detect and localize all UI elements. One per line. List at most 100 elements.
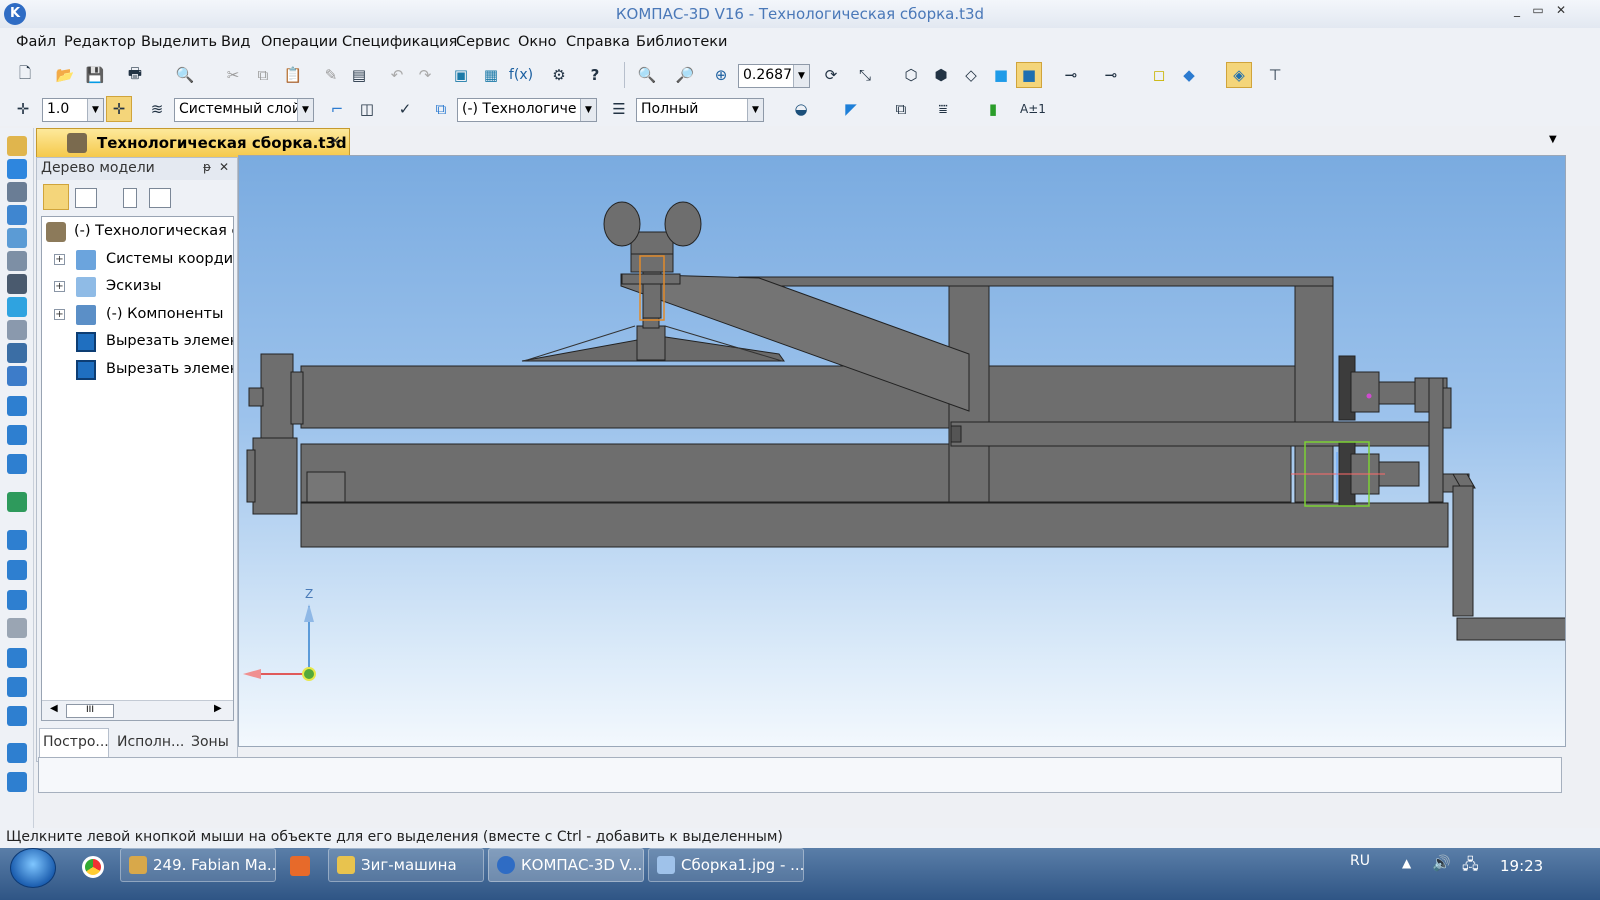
battery-icon[interactable]: ▮ — [980, 96, 1006, 122]
task-zig-machine[interactable]: Зиг-машина — [328, 848, 484, 882]
chrome-icon[interactable] — [82, 856, 104, 878]
expand-icon[interactable]: + — [54, 309, 65, 320]
aux-geometry-icon[interactable] — [7, 251, 27, 271]
point-icon[interactable]: ✛ — [10, 96, 36, 122]
layers-icon[interactable]: ≋ — [144, 96, 170, 122]
variables-fx-icon[interactable]: f(x) — [508, 62, 534, 88]
task-image-viewer[interactable]: Сборка1.jpg - ... — [648, 848, 804, 882]
rib-icon[interactable] — [7, 648, 27, 668]
edit-component-icon[interactable]: ✓ — [392, 96, 418, 122]
specification-icon[interactable] — [7, 320, 27, 340]
display-mode-combo[interactable]: Полный ▼ — [636, 98, 764, 122]
zoom-window-icon[interactable]: 🔍 — [634, 62, 660, 88]
select-filter-icon[interactable]: ⊸ — [1098, 62, 1124, 88]
menu-operations[interactable]: Операции — [261, 34, 338, 50]
reports-icon[interactable] — [7, 343, 27, 363]
tree-view-mode-icon[interactable] — [75, 188, 97, 208]
array-icon[interactable]: ⩸ — [930, 96, 956, 122]
volume-icon[interactable]: 🔊 — [1432, 854, 1451, 872]
minimize-button[interactable]: _ — [1506, 3, 1528, 21]
tree-item-root[interactable]: (-) Технологическая с — [42, 219, 233, 245]
task-fabian[interactable]: 249. Fabian Ma... — [120, 848, 276, 882]
plane-icon[interactable]: ◫ — [354, 96, 380, 122]
scroll-left-icon[interactable]: ◀ — [50, 703, 58, 714]
fillet-icon[interactable] — [7, 560, 27, 580]
menu-select[interactable]: Выделить — [141, 34, 217, 50]
copy-icon[interactable]: ⧉ — [250, 62, 276, 88]
chevron-down-icon[interactable]: ▼ — [297, 99, 313, 121]
measure-tool-icon[interactable]: ⊤ — [1262, 62, 1288, 88]
tree-item-cut-1[interactable]: Вырезать элемен — [42, 329, 233, 355]
cut-extrude-icon[interactable] — [7, 492, 27, 512]
cross-section-icon[interactable] — [7, 677, 27, 697]
preview-icon[interactable]: 🔍 — [172, 62, 198, 88]
measure-icon[interactable]: ⚙ — [546, 62, 572, 88]
scroll-thumb[interactable]: III — [66, 704, 114, 718]
task-kompas[interactable]: КОМПАС-3D V... — [488, 848, 644, 882]
help-cursor-icon[interactable]: ? — [582, 62, 608, 88]
tray-expand-icon[interactable]: ▲ — [1402, 856, 1411, 870]
tree-item-coord-systems[interactable]: + Системы коорди — [42, 247, 233, 273]
properties-icon[interactable]: ▤ — [346, 62, 372, 88]
surfaces-icon[interactable] — [7, 205, 27, 225]
library-manager-icon[interactable]: ▦ — [478, 62, 504, 88]
tabs-dropdown-icon[interactable]: ▼ — [1549, 134, 1557, 145]
chevron-down-icon[interactable]: ▼ — [87, 99, 103, 121]
spatial-curves-icon[interactable] — [7, 182, 27, 202]
scroll-right-icon[interactable]: ▶ — [214, 703, 222, 714]
tab-versions-label[interactable]: Исполн... — [117, 734, 184, 750]
menu-specification[interactable]: Спецификация — [342, 34, 457, 50]
hole-icon[interactable] — [7, 530, 27, 550]
cut-icon[interactable]: ✂ — [220, 62, 246, 88]
rotation-icon[interactable] — [7, 425, 27, 445]
layer-combo[interactable]: Системный слой ▼ — [174, 98, 314, 122]
filter-icon[interactable]: ⊸ — [1058, 62, 1084, 88]
perspective-icon[interactable]: ◈ — [1226, 62, 1252, 88]
extrusion-icon[interactable] — [7, 396, 27, 416]
expand-icon[interactable]: + — [54, 254, 65, 265]
menu-window[interactable]: Окно — [518, 34, 557, 50]
thin-lines-view-icon[interactable]: ◇ — [958, 62, 984, 88]
copy-components-icon[interactable]: ⧉ — [888, 96, 914, 122]
open-folder-icon[interactable]: 📂 — [52, 62, 78, 88]
arrays-icon[interactable] — [7, 228, 27, 248]
menu-file[interactable]: Файл — [16, 34, 56, 50]
expand-icon[interactable]: + — [54, 281, 65, 292]
close-tab-icon[interactable]: × — [329, 133, 341, 149]
new-document-icon[interactable]: 🗋 — [12, 62, 38, 88]
list-mode-icon[interactable]: ☰ — [606, 96, 632, 122]
chevron-down-icon[interactable]: ▼ — [747, 99, 763, 121]
filters-icon[interactable] — [7, 297, 27, 317]
section-icon[interactable]: ◆ — [1176, 62, 1202, 88]
close-window-button[interactable]: ✕ — [1550, 3, 1572, 21]
extrude-icon[interactable]: ◤ — [838, 96, 864, 122]
model-viewport[interactable]: Z — [238, 155, 1566, 747]
tree-page-icon[interactable] — [123, 188, 137, 208]
media-player-icon[interactable] — [290, 856, 310, 876]
menu-edit[interactable]: Редактор — [64, 34, 136, 50]
language-indicator[interactable]: RU — [1350, 853, 1370, 869]
split-icon[interactable] — [7, 772, 27, 792]
tree-columns-icon[interactable] — [149, 188, 171, 208]
menu-service[interactable]: Сервис — [456, 34, 510, 50]
start-button[interactable] — [10, 848, 56, 888]
shaded-view-icon[interactable]: ■ — [988, 62, 1014, 88]
chevron-down-icon[interactable]: ▼ — [793, 65, 809, 87]
snap-icon[interactable]: ✛ — [106, 96, 132, 122]
menu-libraries[interactable]: Библиотеки — [636, 34, 727, 50]
orientation-icon[interactable]: ⤡ — [852, 62, 878, 88]
system-icon[interactable] — [7, 136, 27, 156]
draft-icon[interactable] — [7, 706, 27, 726]
zoom-scale-combo[interactable]: 0.2687 ▼ — [738, 64, 810, 88]
wireframe-view-icon[interactable]: ⬡ — [898, 62, 924, 88]
print-icon[interactable]: 🖶 — [122, 62, 148, 88]
zoom-all-icon[interactable]: 🔎 — [672, 62, 698, 88]
tab-document[interactable]: Технологическая сборка.t3d × — [36, 128, 350, 157]
chevron-down-icon[interactable]: ▼ — [580, 99, 596, 121]
configuration-icon[interactable]: ⧉ — [428, 96, 454, 122]
redo-icon[interactable]: ↷ — [412, 62, 438, 88]
rotate-icon[interactable]: ⟳ — [818, 62, 844, 88]
paste-icon[interactable]: 📋 — [280, 62, 306, 88]
chamfer-icon[interactable] — [7, 590, 27, 610]
save-icon[interactable]: 💾 — [82, 62, 108, 88]
